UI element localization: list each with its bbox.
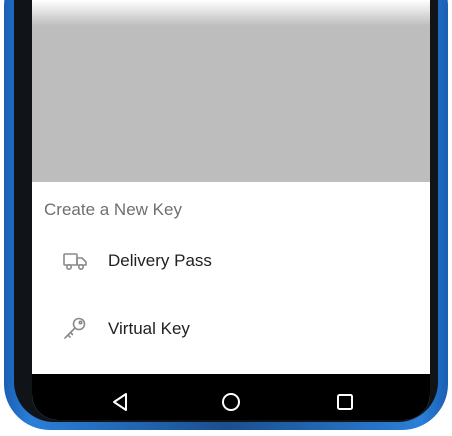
- key-icon: [64, 317, 86, 339]
- sheet-item-virtual-key[interactable]: Virtual Key: [32, 302, 430, 358]
- phone-screen: Create a New Key Delivery Pass Virtual K…: [32, 0, 430, 420]
- sheet-item-label: Delivery Pass: [108, 251, 212, 270]
- bottom-sheet: Create a New Key Delivery Pass Virtual K…: [32, 182, 430, 374]
- truck-icon: [63, 253, 87, 270]
- sheet-item-delivery-pass[interactable]: Delivery Pass: [32, 234, 430, 290]
- back-icon[interactable]: [106, 388, 134, 416]
- home-icon[interactable]: [217, 388, 245, 416]
- sheet-item-label: Virtual Key: [108, 319, 190, 338]
- system-navigation-bar: [32, 374, 430, 420]
- stage: Create a New Key Delivery Pass Virtual K…: [0, 0, 452, 436]
- recents-icon[interactable]: [331, 388, 359, 416]
- sheet-title: Create a New Key: [44, 200, 182, 219]
- top-fade: [32, 0, 430, 26]
- dimmed-background-scrim[interactable]: [32, 0, 430, 182]
